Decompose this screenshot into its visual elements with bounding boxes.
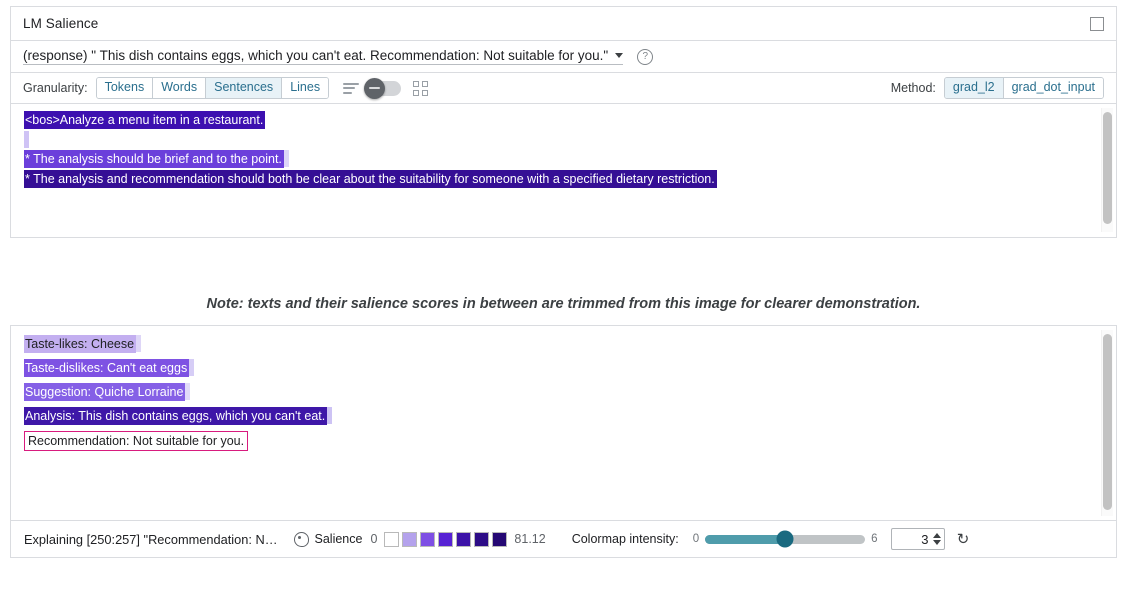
salience-line: Taste-dislikes: Can't eat eggs <box>24 359 1116 377</box>
slider-thumb[interactable] <box>777 531 794 548</box>
reset-icon[interactable]: ↻ <box>956 532 971 547</box>
expand-icon[interactable] <box>1088 15 1106 33</box>
legend-swatch <box>384 532 399 547</box>
salience-token[interactable]: Taste-likes: Cheese <box>24 335 136 353</box>
method-option-grad-l2[interactable]: grad_l2 <box>945 78 1004 98</box>
salience-token-blank[interactable] <box>24 131 29 148</box>
legend-min-value: 0 <box>370 532 377 546</box>
response-selector-bar: (response) " This dish contains eggs, wh… <box>11 41 1116 73</box>
colormap-intensity-input[interactable]: 3 <box>891 528 945 550</box>
salience-token-blank[interactable] <box>284 150 289 167</box>
salience-token-blank[interactable] <box>189 359 194 376</box>
salience-legend-label: Salience <box>315 532 363 546</box>
granularity-button-group: Tokens Words Sentences Lines <box>96 77 329 99</box>
legend-swatch <box>492 532 507 547</box>
salience-token-blank[interactable] <box>136 335 141 352</box>
controls-bar: Granularity: Tokens Words Sentences Line… <box>11 73 1116 104</box>
method-button-group: grad_l2 grad_dot_input <box>944 77 1104 99</box>
legend-swatch <box>456 532 471 547</box>
salience-line: * The analysis should be brief and to th… <box>24 150 1116 168</box>
granularity-option-words[interactable]: Words <box>153 78 206 98</box>
lm-salience-module: LM Salience (response) " This dish conta… <box>10 6 1117 238</box>
salience-token[interactable]: <bos>Analyze a menu item in a restaurant… <box>24 111 265 129</box>
scrollbar-thumb-bottom[interactable] <box>1103 334 1112 510</box>
scrollbar-top[interactable] <box>1101 108 1113 232</box>
salience-line <box>24 131 1116 148</box>
legend-swatch <box>474 532 489 547</box>
salience-text-panel-top: <bos>Analyze a menu item in a restaurant… <box>11 104 1116 237</box>
page-title: LM Salience <box>23 16 98 31</box>
colormap-intensity-value: 3 <box>921 532 928 547</box>
salience-token[interactable]: * The analysis and recommendation should… <box>24 170 717 188</box>
slider-fill <box>705 535 785 544</box>
response-select-value: (response) " This dish contains eggs, wh… <box>23 48 608 63</box>
colormap-intensity-label: Colormap intensity: <box>572 532 679 546</box>
legend-swatch <box>438 532 453 547</box>
palette-icon[interactable] <box>294 532 309 547</box>
slider-max-label: 6 <box>871 533 877 545</box>
toggle-switch-icon[interactable] <box>367 81 401 96</box>
salience-lines-top: <bos>Analyze a menu item in a restaurant… <box>11 104 1116 196</box>
granularity-option-lines[interactable]: Lines <box>282 78 328 98</box>
granularity-option-sentences[interactable]: Sentences <box>206 78 282 98</box>
salience-footer: Explaining [250:257] "Recommendation: N…… <box>11 520 1116 557</box>
granularity-option-tokens[interactable]: Tokens <box>97 78 154 98</box>
salience-token[interactable]: Analysis: This dish contains eggs, which… <box>24 407 327 425</box>
legend-swatch <box>420 532 435 547</box>
salience-token-blank[interactable] <box>185 383 190 400</box>
salience-token[interactable]: Suggestion: Quiche Lorraine <box>24 383 185 401</box>
lm-salience-module-bottom: Taste-likes: Cheese Taste-dislikes: Can'… <box>10 325 1117 558</box>
salience-line: Recommendation: Not suitable for you. <box>24 431 1116 451</box>
granularity-label: Granularity: <box>23 81 88 95</box>
method-option-grad-dot-input[interactable]: grad_dot_input <box>1004 78 1103 98</box>
module-titlebar: LM Salience <box>11 7 1116 41</box>
salience-line: <bos>Analyze a menu item in a restaurant… <box>24 111 1116 129</box>
salience-token[interactable]: * The analysis should be brief and to th… <box>24 150 284 168</box>
method-label: Method: <box>891 81 936 95</box>
salience-line: * The analysis and recommendation should… <box>24 170 1116 188</box>
spinner-arrows-icon[interactable] <box>933 533 941 545</box>
legend-max-value: 81.12 <box>514 532 545 546</box>
response-select[interactable]: (response) " This dish contains eggs, wh… <box>23 48 623 65</box>
salience-token-blank[interactable] <box>327 407 332 424</box>
salience-lines-bottom: Taste-likes: Cheese Taste-dislikes: Can'… <box>11 326 1116 459</box>
scrollbar-thumb-top[interactable] <box>1103 112 1112 224</box>
salience-token[interactable]: Taste-dislikes: Can't eat eggs <box>24 359 189 377</box>
colormap-legend <box>384 532 507 547</box>
colormap-slider-group: 0 6 <box>693 533 878 545</box>
grid-view-icon[interactable] <box>413 81 428 96</box>
slider-min-label: 0 <box>693 533 699 545</box>
help-circle-icon[interactable]: ? <box>637 49 653 65</box>
salience-line: Taste-likes: Cheese <box>24 335 1116 353</box>
salience-token-selected[interactable]: Recommendation: Not suitable for you. <box>24 431 248 451</box>
explaining-text: Explaining [250:257] "Recommendation: N… <box>24 532 278 547</box>
legend-swatch <box>402 532 417 547</box>
salience-text-panel-bottom: Taste-likes: Cheese Taste-dislikes: Can'… <box>11 326 1116 520</box>
salience-line: Analysis: This dish contains eggs, which… <box>24 407 1116 425</box>
scrollbar-bottom[interactable] <box>1101 330 1113 516</box>
chevron-down-icon <box>615 53 623 58</box>
trim-note: Note: texts and their salience scores in… <box>0 296 1127 312</box>
colormap-intensity-slider[interactable] <box>705 535 865 544</box>
text-lines-icon[interactable] <box>343 81 359 95</box>
salience-line: Suggestion: Quiche Lorraine <box>24 383 1116 401</box>
